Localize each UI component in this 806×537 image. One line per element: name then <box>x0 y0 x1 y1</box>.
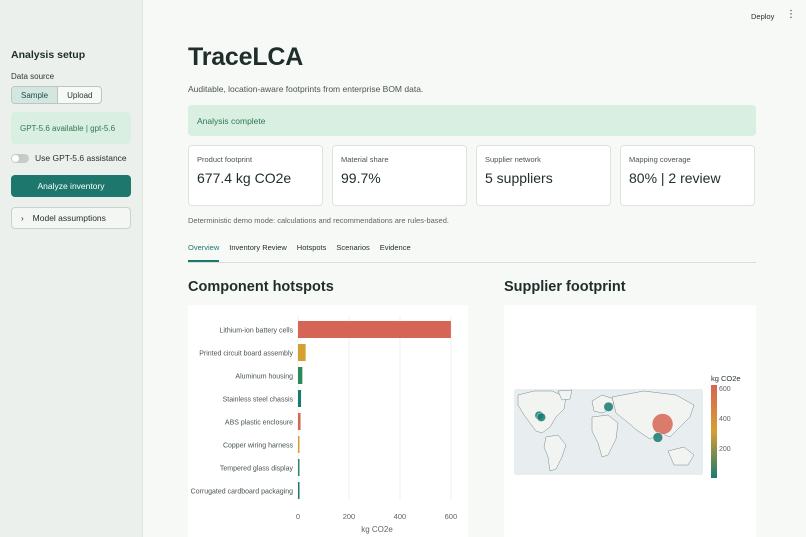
supplier-section-title: Supplier footprint <box>504 279 626 295</box>
bar[interactable] <box>298 321 451 338</box>
data-source-label: Data source <box>11 72 55 81</box>
main-menu-icon[interactable]: ⋮ <box>786 10 796 20</box>
bar[interactable] <box>298 390 302 407</box>
y-tick-label: Printed circuit board assembly <box>199 351 293 358</box>
metric-product-footprint: Product footprint 677.4 kg CO2e <box>188 145 323 206</box>
metric-value: 5 suppliers <box>485 170 553 186</box>
data-source-upload-button[interactable]: Upload <box>58 87 101 103</box>
bar[interactable] <box>298 436 300 453</box>
model-assumptions-expander[interactable]: › Model assumptions <box>11 207 131 229</box>
supplier-point[interactable] <box>651 413 674 435</box>
metric-label: Material share <box>341 155 389 164</box>
bar[interactable] <box>298 482 300 499</box>
metric-label: Mapping coverage <box>629 155 691 164</box>
bar[interactable] <box>298 459 300 476</box>
y-tick-label: Lithium-ion battery cells <box>219 328 293 335</box>
metric-material-share: Material share 99.7% <box>332 145 467 206</box>
analyze-inventory-button[interactable]: Analyze inventory <box>11 175 131 197</box>
hotspots-chart-card: 0 200 400 600 Lithium-ion battery cells Print… <box>188 305 468 537</box>
y-tick-label: Copper wiring harness <box>223 443 294 450</box>
y-tick-label: Aluminum housing <box>235 374 293 381</box>
x-axis-label: kg CO2e <box>361 525 393 534</box>
tab-hotspots[interactable]: Hotspots <box>297 243 327 262</box>
supplier-point[interactable] <box>603 401 614 412</box>
supplier-point[interactable] <box>536 412 546 422</box>
x-tick-label: 400 <box>394 512 407 521</box>
toggle-knob <box>12 154 19 162</box>
colorbar-tick-label: 400 <box>719 416 731 423</box>
metric-value: 80% | 2 review <box>629 170 721 186</box>
page-title: TraceLCA <box>188 43 304 71</box>
hotspots-bar-chart: 0 200 400 600 Lithium-ion battery cells Print… <box>191 316 458 534</box>
y-tick-label: Stainless steel chassis <box>223 397 294 404</box>
x-tick-label: 200 <box>343 512 356 521</box>
tab-bar: Overview Inventory Review Hotspots Scena… <box>188 243 756 263</box>
metric-value: 99.7% <box>341 170 381 186</box>
colorbar-tick-label: 600 <box>719 386 731 393</box>
data-source-sample-button[interactable]: Sample <box>12 87 59 103</box>
tab-overview[interactable]: Overview <box>188 243 220 262</box>
model-assumptions-label: Model assumptions <box>32 213 106 223</box>
demo-mode-note: Deterministic demo mode: calculations an… <box>188 216 449 225</box>
supplier-map-card: kg CO2e 200 400 600 <box>504 305 756 537</box>
sidebar-title: Analysis setup <box>11 49 86 61</box>
x-tick-label: 0 <box>296 512 300 521</box>
supplier-point[interactable] <box>652 432 664 443</box>
data-source-segmented-control: Sample Upload <box>11 86 103 104</box>
metric-mapping-coverage: Mapping coverage 80% | 2 review <box>620 145 755 206</box>
hotspots-section-title: Component hotspots <box>188 279 334 295</box>
tab-evidence[interactable]: Evidence <box>380 243 411 262</box>
y-tick-label: ABS plastic enclosure <box>225 420 293 427</box>
deploy-button[interactable]: Deploy <box>751 12 774 21</box>
page-subtitle: Auditable, location-aware footprints fro… <box>188 84 424 94</box>
sidebar: Analysis setup Data source Sample Upload… <box>0 0 143 537</box>
metric-supplier-network: Supplier network 5 suppliers <box>476 145 611 206</box>
metric-label: Supplier network <box>485 155 541 164</box>
colorbar-ticks: 200 400 600 <box>719 386 731 453</box>
metric-label: Product footprint <box>197 155 253 164</box>
metric-value: 677.4 kg CO2e <box>197 170 292 186</box>
chevron-right-icon: › <box>21 213 24 223</box>
ai-status-alert: GPT-5.6 available | gpt-5.6 <box>11 112 131 144</box>
bar[interactable] <box>298 413 301 430</box>
bar[interactable] <box>298 367 303 384</box>
colorbar-title: kg CO2e <box>711 374 741 383</box>
x-tick-label: 600 <box>445 512 458 521</box>
colorbar <box>711 385 717 478</box>
analysis-status-alert: Analysis complete <box>188 105 756 136</box>
y-tick-label: Corrugated cardboard packaging <box>191 489 293 496</box>
tab-scenarios[interactable]: Scenarios <box>336 243 369 262</box>
assistance-toggle-label: Use GPT-5.6 assistance <box>35 153 127 163</box>
supplier-footprint-map: kg CO2e 200 400 600 <box>514 374 741 478</box>
assistance-toggle-row[interactable]: Use GPT-5.6 assistance <box>11 153 127 163</box>
y-tick-label: Tempered glass display <box>220 466 294 473</box>
bar[interactable] <box>298 344 306 361</box>
colorbar-tick-label: 200 <box>719 446 731 453</box>
assistance-toggle[interactable] <box>11 153 29 163</box>
tab-inventory-review[interactable]: Inventory Review <box>229 243 287 262</box>
